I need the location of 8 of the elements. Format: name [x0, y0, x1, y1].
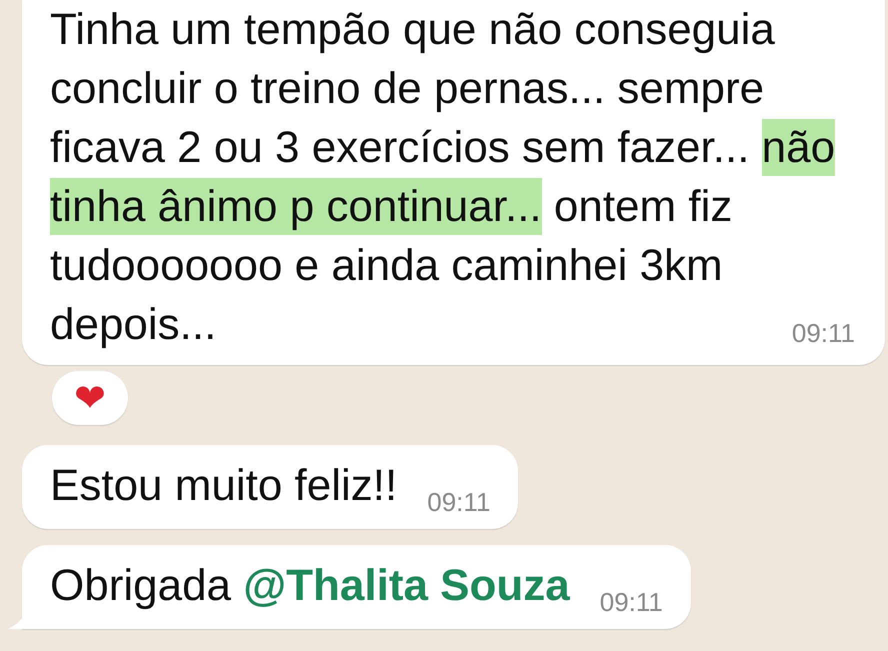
message-time: 09:11 [427, 487, 490, 517]
reaction-emoji: ❤ [74, 375, 106, 421]
reaction-badge[interactable]: ❤ [52, 371, 128, 425]
message-time: 09:11 [600, 587, 663, 617]
mention-link[interactable]: @Thalita Souza [243, 561, 570, 610]
message-text: Obrigada @Thalita Souza [50, 560, 570, 612]
message-time: 09:11 [792, 318, 855, 348]
message-text: Estou muito feliz!! [50, 460, 398, 512]
